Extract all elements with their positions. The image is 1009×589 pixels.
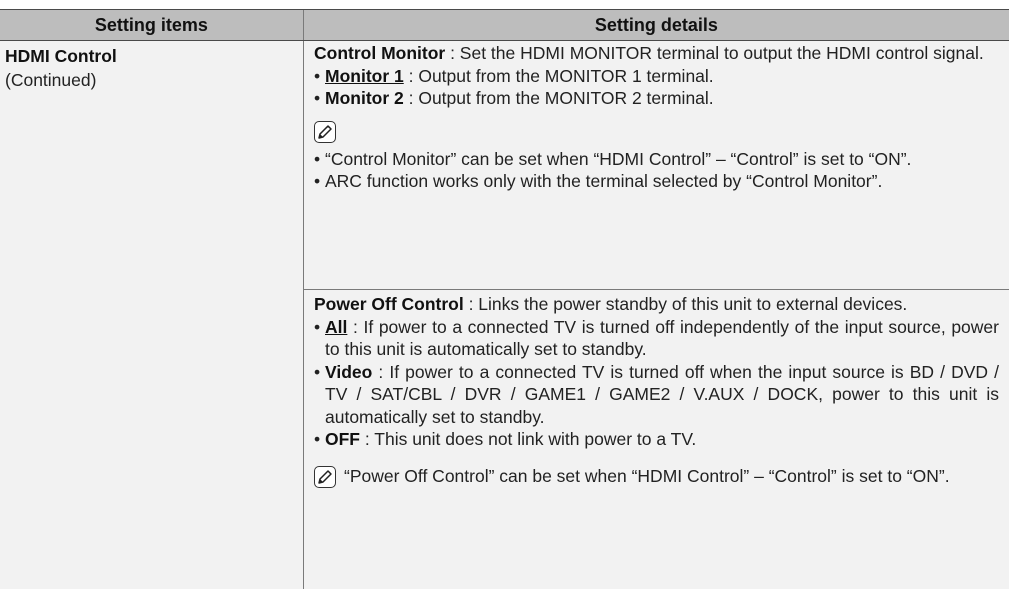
list-item: • Monitor 2 : Output from the MONITOR 2 t… — [314, 88, 714, 108]
control-monitor-text: : Set the HDMI MONITOR terminal to outpu… — [445, 43, 984, 63]
table-row: HDMI Control (Continued) Control Monitor… — [0, 41, 1009, 589]
list-item: • Video : If power to a connected TV is t… — [314, 361, 999, 427]
option-desc: : If power to a connected TV is turned o… — [325, 316, 999, 360]
option-desc: : Output from the MONITOR 2 terminal. — [403, 88, 714, 108]
setting-item-cell: HDMI Control (Continued) — [0, 41, 303, 589]
pencil-note-icon — [314, 120, 336, 143]
option-name: OFF — [325, 429, 360, 449]
option-name: Monitor 2 — [325, 88, 404, 108]
power-off-control-description: Power Off Control : Links the power stan… — [314, 293, 999, 316]
pencil-note-icon — [314, 465, 336, 488]
option-desc: : This unit does not link with power to … — [360, 429, 697, 449]
note-text: “Power Off Control” can be set when “HDM… — [344, 465, 950, 486]
control-monitor-description: Control Monitor : Set the HDMI MONITOR t… — [314, 42, 999, 65]
note-header — [314, 120, 999, 144]
setting-item-title: HDMI Control — [5, 46, 117, 66]
list-item: • Monitor 1 : Output from the MONITOR 1 t… — [314, 65, 714, 86]
control-monitor-section: Control Monitor : Set the HDMI MONITOR t… — [304, 41, 1009, 290]
power-off-control-text: : Links the power standby of this unit t… — [463, 294, 908, 314]
power-off-control-section: Power Off Control : Links the power stan… — [304, 290, 1009, 488]
control-monitor-label: Control Monitor — [314, 43, 446, 63]
settings-table: Setting items Setting details HDMI Contr… — [0, 9, 1009, 589]
table-header: Setting items Setting details — [0, 10, 1009, 41]
note-text: ARC function works only with the termina… — [325, 171, 883, 191]
list-item: • All : If power to a connected TV is tur… — [314, 316, 999, 360]
note-item: “Power Off Control” can be set when “HDM… — [314, 465, 999, 488]
option-desc: : Output from the MONITOR 1 terminal. — [403, 65, 714, 86]
power-off-control-label: Power Off Control — [314, 294, 464, 314]
header-setting-details: Setting details — [302, 10, 1009, 40]
setting-details-cell: Control Monitor : Set the HDMI MONITOR t… — [303, 41, 1009, 589]
note-text: “Control Monitor” can be set when “HDMI … — [325, 148, 912, 169]
list-item: • OFF : This unit does not link with powe… — [314, 429, 697, 449]
note-item: • ARC function works only with the termin… — [314, 171, 883, 191]
option-name: Video — [325, 361, 373, 382]
setting-item-subtitle: (Continued) — [5, 70, 97, 90]
option-name: Monitor 1 — [325, 65, 404, 86]
note-item: • “Control Monitor” can be set when “HDMI… — [314, 148, 912, 169]
option-desc: : If power to a connected TV is turned o… — [325, 361, 999, 427]
header-setting-items: Setting items — [94, 15, 208, 35]
option-name: All — [325, 316, 348, 337]
